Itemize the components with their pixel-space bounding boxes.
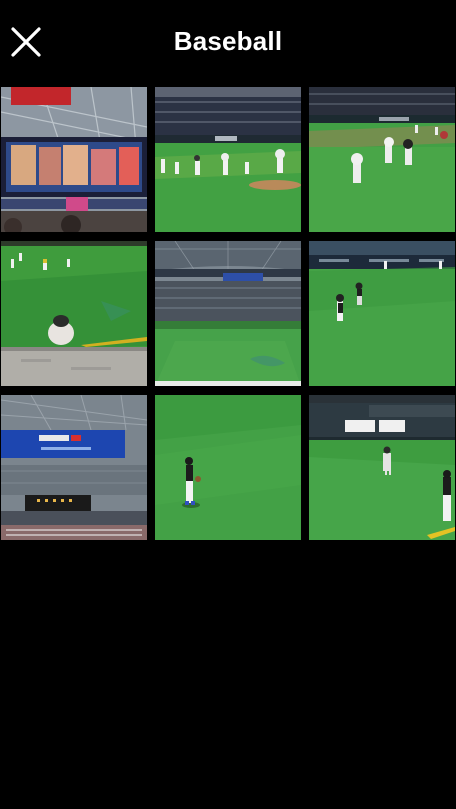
photo-thumbnail-3[interactable] xyxy=(309,87,455,232)
photo-thumbnail-9[interactable] xyxy=(309,395,455,540)
outfield-player-image xyxy=(155,395,301,540)
outfield-wall-image xyxy=(309,395,455,540)
album-title: Baseball xyxy=(173,26,283,56)
photo-thumbnail-6[interactable] xyxy=(309,241,455,386)
dome-overview-image xyxy=(155,241,301,386)
photo-thumbnail-7[interactable] xyxy=(1,395,147,540)
photo-thumbnail-5[interactable] xyxy=(155,241,301,386)
infield-mascots-image xyxy=(155,87,301,232)
infield-mascots-image-2 xyxy=(309,87,455,232)
photo-thumbnail-8[interactable] xyxy=(155,395,301,540)
top-bar: Baseball xyxy=(0,0,456,86)
stadium-screen-image xyxy=(1,87,147,232)
photo-thumbnail-4[interactable] xyxy=(1,241,147,386)
photo-thumbnail-2[interactable] xyxy=(155,87,301,232)
outfield-fans-image xyxy=(1,241,147,386)
outfield-players-image xyxy=(309,241,455,386)
dome-scoreboard-image xyxy=(1,395,147,540)
photo-thumbnail-1[interactable] xyxy=(1,87,147,232)
